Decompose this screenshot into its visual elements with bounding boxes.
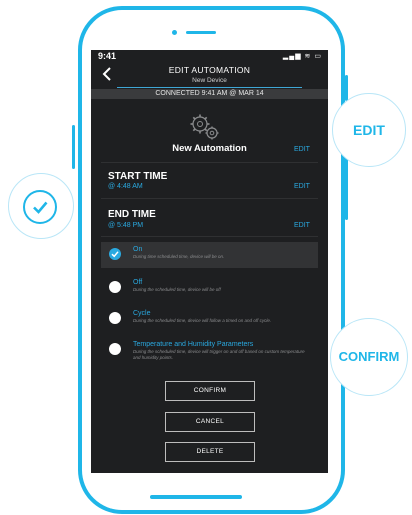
- edit-start-time-link[interactable]: EDIT: [294, 183, 310, 190]
- side-button-right-upper: [345, 75, 348, 101]
- page-title: EDIT AUTOMATION: [168, 65, 251, 75]
- divider: [101, 236, 318, 237]
- option-title: Off: [133, 279, 143, 286]
- option-on[interactable]: On During time scheduled time, device wi…: [101, 242, 318, 268]
- edit-callout: EDIT: [332, 93, 406, 167]
- option-description: During the scheduled time, device will b…: [133, 287, 221, 292]
- confirm-button[interactable]: CONFIRM: [165, 381, 255, 401]
- camera-dot: [172, 30, 177, 35]
- automation-name: New Automation: [172, 143, 247, 154]
- end-time-label: END TIME: [108, 209, 156, 220]
- option-cycle[interactable]: Cycle During the scheduled time, device …: [101, 306, 318, 332]
- radio-on[interactable]: [109, 248, 121, 260]
- edit-callout-label: EDIT: [353, 122, 385, 138]
- start-time-value: @ 4:48 AM: [108, 183, 143, 190]
- option-title: Temperature and Humidity Parameters: [133, 341, 254, 348]
- start-time-label: START TIME: [108, 171, 168, 182]
- side-button-left: [72, 125, 75, 169]
- status-time: 9:41: [98, 51, 117, 61]
- radio-cycle[interactable]: [109, 312, 121, 324]
- check-circle: [23, 190, 57, 224]
- connection-status: CONNECTED 9:41 AM @ MAR 14: [91, 89, 328, 99]
- speaker-bar: [186, 31, 216, 34]
- edit-end-time-link[interactable]: EDIT: [294, 222, 310, 229]
- option-temperature-humidity[interactable]: Temperature and Humidity Parameters Duri…: [101, 337, 318, 363]
- home-indicator: [150, 495, 242, 499]
- gear-icon: [190, 114, 219, 140]
- status-icons: ▂▄▆ ≋ ▭: [282, 53, 322, 60]
- option-title: Cycle: [133, 310, 151, 317]
- radio-temperature-humidity[interactable]: [109, 343, 121, 355]
- end-time-value: @ 5:48 PM: [108, 222, 144, 229]
- divider: [101, 162, 318, 163]
- option-title: On: [133, 246, 143, 253]
- option-description: During the scheduled time, device will f…: [133, 318, 272, 323]
- option-off[interactable]: Off During the scheduled time, device wi…: [101, 275, 318, 301]
- check-callout: [8, 173, 74, 239]
- header-underline: [117, 87, 302, 88]
- radio-off[interactable]: [109, 281, 121, 293]
- app-screen: 9:41 ▂▄▆ ≋ ▭ EDIT AUTOMATION New Device …: [91, 50, 328, 473]
- page-subtitle: New Device: [192, 77, 227, 84]
- confirm-callout: CONFIRM: [330, 318, 408, 396]
- divider: [101, 198, 318, 199]
- checkmark-icon: [111, 251, 119, 258]
- edit-automation-link[interactable]: EDIT: [294, 146, 310, 153]
- option-description: During the scheduled time, device will t…: [133, 349, 305, 360]
- status-bar: 9:41 ▂▄▆ ≋ ▭: [91, 50, 328, 64]
- option-description: During time scheduled time, device will …: [133, 254, 225, 259]
- checkmark-icon: [33, 201, 48, 214]
- delete-button[interactable]: DELETE: [165, 442, 255, 462]
- cancel-button[interactable]: CANCEL: [165, 412, 255, 432]
- confirm-callout-label: CONFIRM: [338, 349, 400, 364]
